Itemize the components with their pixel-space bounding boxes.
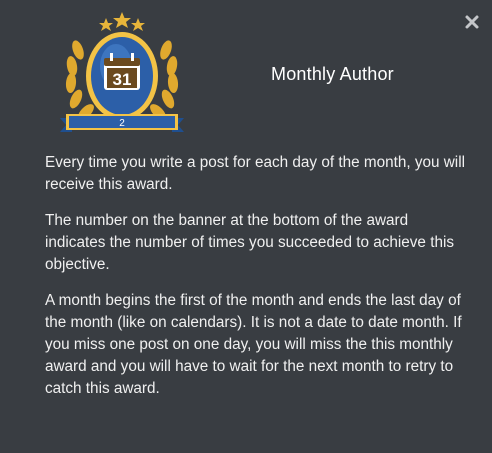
description-paragraph: A month begins the first of the month an… [45, 292, 462, 397]
award-badge: 31 2 [58, 10, 186, 138]
award-banner: 2 [60, 114, 184, 132]
star-icon [99, 12, 145, 31]
banner-count: 2 [119, 118, 125, 129]
calendar-day: 31 [113, 70, 132, 89]
description-paragraph: Every time you write a post for each day… [45, 154, 466, 193]
close-icon [465, 15, 479, 29]
close-button[interactable] [464, 14, 480, 30]
dialog-title: Monthly Author [271, 64, 394, 84]
award-dialog: 31 2 Monthly Author Every time you write… [0, 0, 492, 453]
description-paragraph: The number on the banner at the bottom o… [45, 212, 454, 273]
calendar-icon: 31 [104, 53, 140, 90]
dialog-description: Every time you write a post for each day… [45, 152, 465, 414]
